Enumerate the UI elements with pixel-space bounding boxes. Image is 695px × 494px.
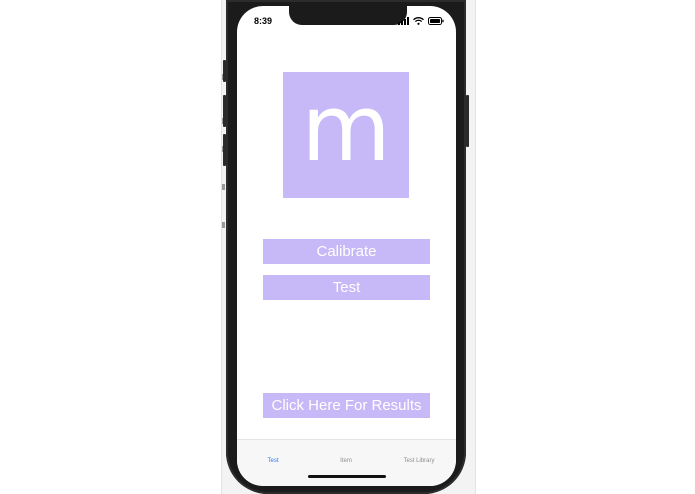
status-time: 8:39 — [254, 16, 273, 26]
notch — [289, 6, 407, 25]
power-button — [466, 95, 469, 147]
home-indicator[interactable] — [308, 475, 386, 478]
test-button[interactable]: Test — [263, 275, 430, 300]
results-button[interactable]: Click Here For Results — [263, 393, 430, 418]
status-icons — [398, 17, 444, 25]
calibrate-button[interactable]: Calibrate — [263, 239, 430, 264]
phone-screen: 8:39 m Calibrate Test Click Here For Res… — [237, 6, 456, 486]
tab-item[interactable]: Item — [316, 458, 376, 464]
app-logo: m — [283, 72, 409, 198]
background-mark — [222, 222, 225, 228]
wifi-icon — [413, 17, 424, 25]
tab-test[interactable]: Test — [243, 458, 303, 464]
app-logo-letter: m — [301, 75, 391, 182]
stage: 8:39 m Calibrate Test Click Here For Res… — [0, 0, 695, 494]
signal-icon — [398, 17, 409, 25]
tab-bar: Test Item Test Library — [237, 439, 456, 486]
mute-switch — [223, 60, 226, 82]
background-mark — [222, 184, 225, 190]
volume-down-button — [223, 134, 226, 166]
battery-icon — [428, 17, 444, 25]
volume-up-button — [223, 95, 226, 127]
tab-test-library[interactable]: Test Library — [389, 458, 449, 464]
